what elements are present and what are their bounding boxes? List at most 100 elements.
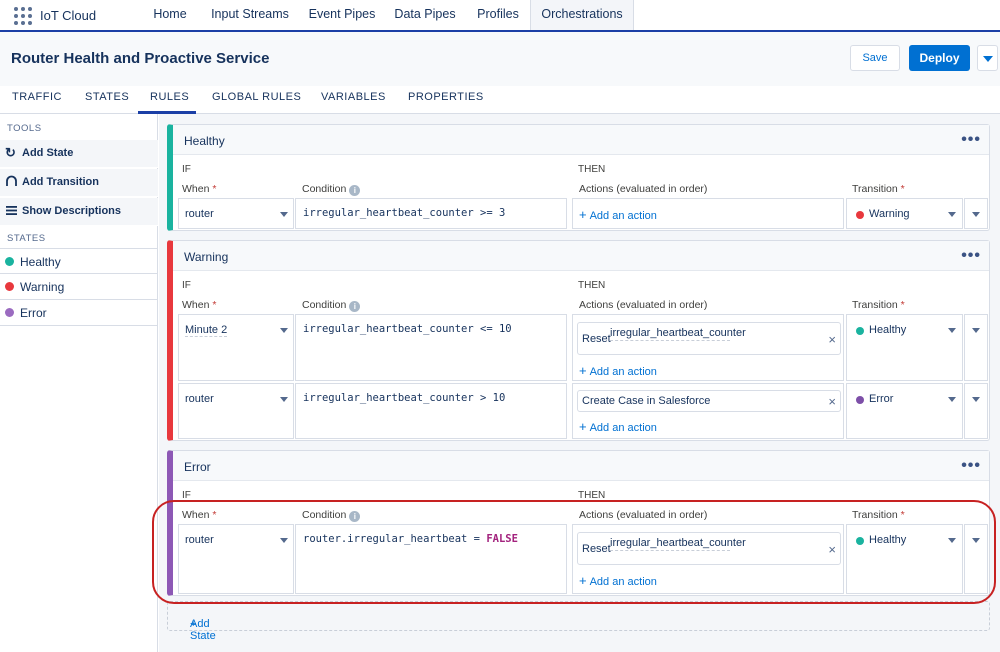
more-actions-icon[interactable]: ••• xyxy=(961,131,981,149)
save-button[interactable]: Save xyxy=(850,45,900,71)
when-value: router xyxy=(185,208,214,220)
deploy-button[interactable]: Deploy xyxy=(909,45,970,71)
list-icon xyxy=(5,204,19,218)
info-icon[interactable]: i xyxy=(349,511,361,522)
transition-value: Healthy xyxy=(869,534,907,546)
sidebar-state-error[interactable]: Error xyxy=(0,300,158,326)
tab-properties[interactable]: PROPERTIES xyxy=(408,91,484,103)
nav-item-home[interactable]: Home xyxy=(144,0,196,30)
card-header: Error ••• xyxy=(173,451,989,481)
transition-select[interactable]: Error xyxy=(846,383,963,439)
more-actions-icon[interactable]: ••• xyxy=(961,247,981,265)
actions-cell: Create Case in Salesforce × + Add an acti… xyxy=(572,383,844,439)
chevron-down-icon xyxy=(972,397,980,402)
condition-field[interactable]: router.irregular_heartbeat = FALSE xyxy=(295,524,567,594)
tool-label: Add State xyxy=(22,147,74,159)
then-label: THEN xyxy=(578,280,606,291)
status-dot-icon xyxy=(856,211,864,219)
card-title: Healthy xyxy=(184,134,225,148)
info-icon[interactable]: i xyxy=(349,301,361,312)
nav-item-input-streams[interactable]: Input Streams xyxy=(206,0,294,30)
actions-column-label: Actions (evaluated in order) xyxy=(579,509,708,521)
action-pill[interactable]: Reset irregular_heartbeat_counter × xyxy=(577,322,841,355)
transition-value: Error xyxy=(869,393,894,405)
when-select[interactable]: router xyxy=(178,198,294,229)
add-action-link[interactable]: + Add an action xyxy=(579,363,657,378)
state-label: Healthy xyxy=(20,255,61,269)
deploy-options-chevron-down-icon[interactable] xyxy=(977,45,998,71)
chevron-down-icon xyxy=(948,538,956,543)
row-options-dropdown[interactable] xyxy=(964,524,988,594)
actions-column-label: Actions (evaluated in order) xyxy=(579,183,708,195)
when-column-label: When * xyxy=(182,183,217,195)
app-name: IoT Cloud xyxy=(40,8,97,23)
close-icon[interactable]: × xyxy=(828,542,836,557)
states-section-title: STATES xyxy=(7,233,46,244)
if-label: IF xyxy=(182,490,191,501)
action-value: irregular_heartbeat_counter xyxy=(610,537,746,551)
condition-column-label: Condition i xyxy=(302,183,361,196)
actions-cell: Reset irregular_heartbeat_counter × + Add… xyxy=(572,524,844,594)
arc-icon xyxy=(5,175,19,189)
if-label: IF xyxy=(182,164,191,175)
row-options-dropdown[interactable] xyxy=(964,314,988,381)
when-select[interactable]: router xyxy=(178,383,294,439)
then-label: THEN xyxy=(578,164,606,175)
action-value: Create Case in Salesforce xyxy=(582,395,711,407)
sidebar-state-warning[interactable]: Warning xyxy=(0,274,158,300)
status-dot-icon xyxy=(5,257,14,266)
app-launcher-icon[interactable] xyxy=(14,7,32,25)
tab-rules[interactable]: RULES xyxy=(150,91,189,103)
rotate-icon: ↻ xyxy=(5,145,16,160)
nav-item-event-pipes[interactable]: Event Pipes xyxy=(304,0,380,30)
add-action-link[interactable]: + Add an action xyxy=(579,419,657,434)
transition-column-label: Transition * xyxy=(852,299,905,311)
chevron-down-icon xyxy=(280,212,288,217)
tab-global-rules[interactable]: GLOBAL RULES xyxy=(212,91,301,103)
condition-field[interactable]: irregular_heartbeat_counter >= 3 xyxy=(295,198,567,229)
show-descriptions-tool[interactable]: Show Descriptions xyxy=(0,198,158,226)
info-icon[interactable]: i xyxy=(349,185,361,196)
transition-select[interactable]: Warning xyxy=(846,198,963,229)
tab-traffic[interactable]: TRAFFIC xyxy=(12,91,62,103)
then-label: THEN xyxy=(578,490,606,501)
condition-column-label: Condition i xyxy=(302,299,361,312)
add-state-tool[interactable]: ↻ Add State xyxy=(0,140,158,168)
nav-item-profiles[interactable]: Profiles xyxy=(470,0,526,30)
more-actions-icon[interactable]: ••• xyxy=(961,457,981,475)
add-transition-tool[interactable]: Add Transition xyxy=(0,169,158,197)
add-action-link[interactable]: + Add an action xyxy=(579,207,657,222)
nav-item-orchestrations[interactable]: Orchestrations xyxy=(530,0,634,30)
chevron-down-icon xyxy=(972,538,980,543)
state-card-warning: Warning ••• IF THEN When * Condition i Ac… xyxy=(167,240,990,441)
chevron-down-icon xyxy=(280,328,288,333)
rules-canvas: Healthy ••• IF THEN When * Condition i Ac… xyxy=(159,114,1000,652)
condition-value: irregular_heartbeat_counter <= 10 xyxy=(303,323,512,335)
close-icon[interactable]: × xyxy=(828,332,836,347)
status-dot-icon xyxy=(856,396,864,404)
transition-select[interactable]: Healthy xyxy=(846,524,963,594)
add-action-link[interactable]: + Add an action xyxy=(579,573,657,588)
condition-field[interactable]: irregular_heartbeat_counter <= 10 xyxy=(295,314,567,381)
when-select[interactable]: router xyxy=(178,524,294,594)
transition-select[interactable]: Healthy xyxy=(846,314,963,381)
action-pill[interactable]: Reset irregular_heartbeat_counter × xyxy=(577,532,841,565)
condition-field[interactable]: irregular_heartbeat_counter > 10 xyxy=(295,383,567,439)
tool-label: Show Descriptions xyxy=(22,205,122,217)
action-prefix: Reset xyxy=(582,543,611,555)
chevron-down-icon xyxy=(972,328,980,333)
tab-states[interactable]: STATES xyxy=(85,91,129,103)
when-select[interactable]: Minute 2 xyxy=(178,314,294,381)
nav-item-data-pipes[interactable]: Data Pipes xyxy=(390,0,460,30)
actions-cell: Reset irregular_heartbeat_counter × + Add… xyxy=(572,314,844,381)
status-dot-icon xyxy=(856,537,864,545)
close-icon[interactable]: × xyxy=(828,394,836,409)
row-options-dropdown[interactable] xyxy=(964,198,988,229)
add-state-button[interactable]: + Add State xyxy=(167,601,990,642)
row-options-dropdown[interactable] xyxy=(964,383,988,439)
sidebar-state-healthy[interactable]: Healthy xyxy=(0,248,158,274)
tab-variables[interactable]: VARIABLES xyxy=(321,91,386,103)
sidebar: TOOLS ↻ Add State Add Transition Show De… xyxy=(0,114,158,652)
action-pill[interactable]: Create Case in Salesforce × xyxy=(577,390,841,412)
state-card-error: Error ••• IF THEN When * Condition i Acti… xyxy=(167,450,990,596)
